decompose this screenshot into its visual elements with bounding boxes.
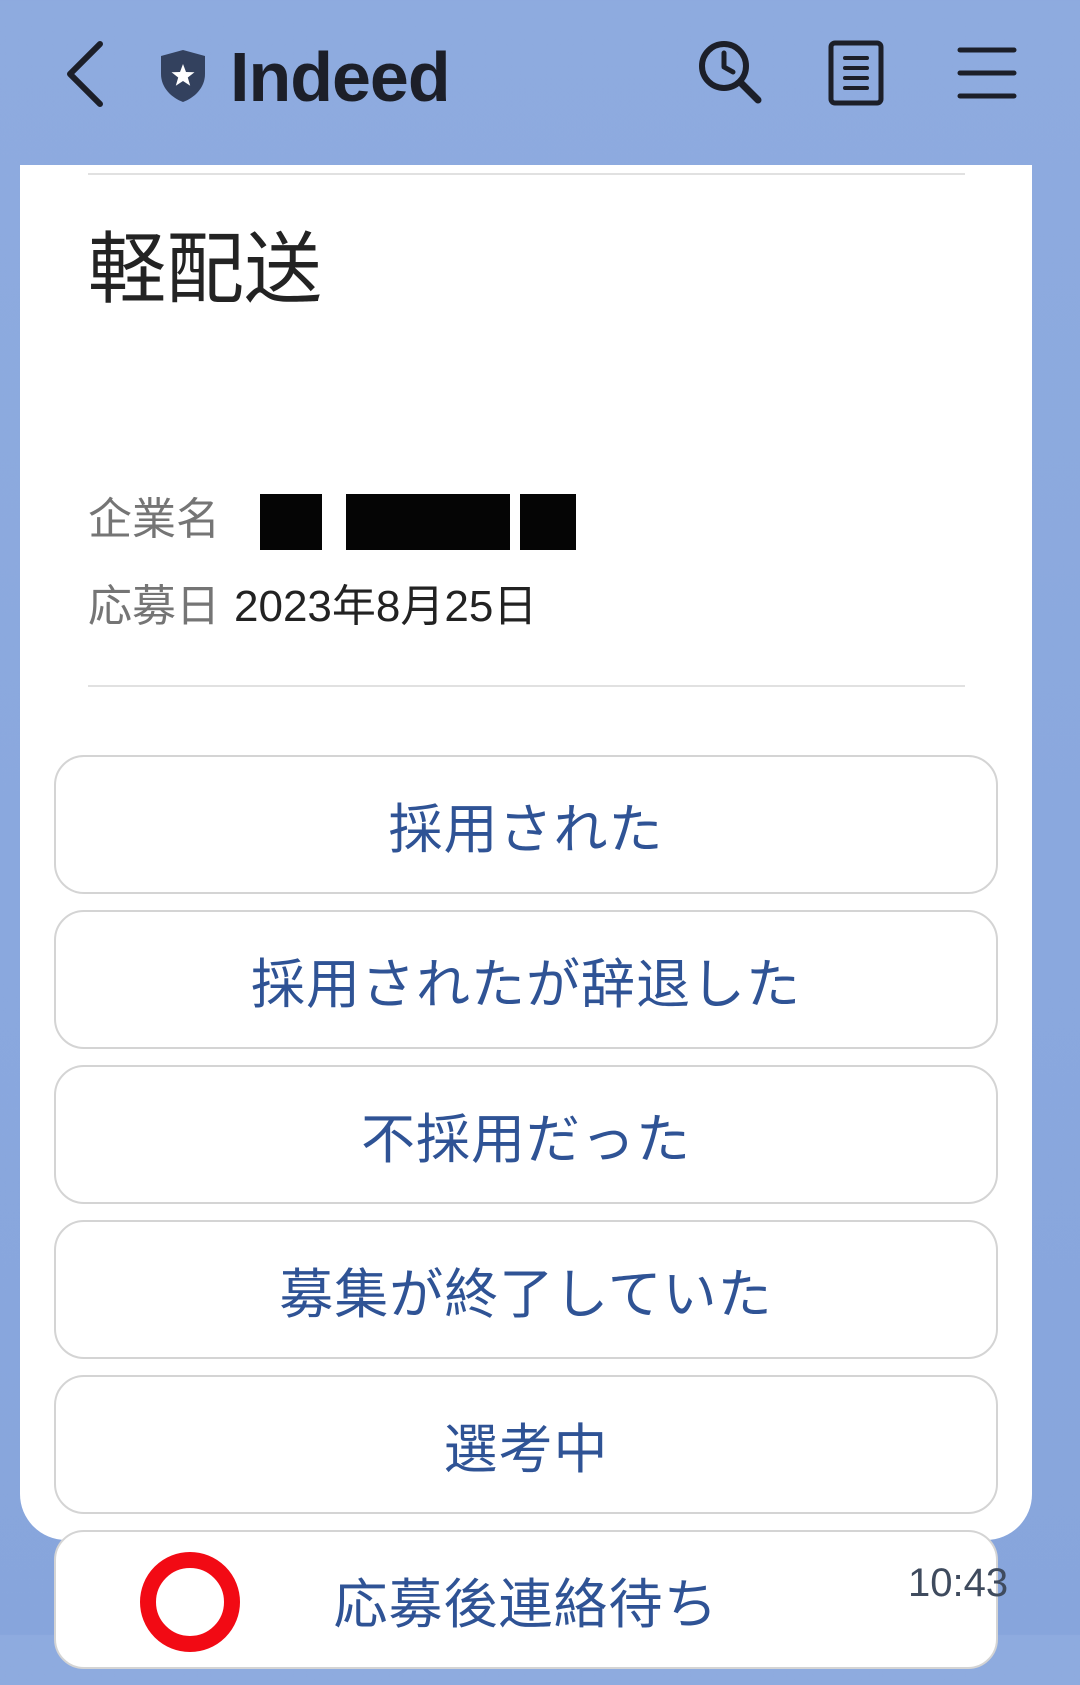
- divider: [88, 173, 965, 175]
- option-label: 応募後連絡待ち: [333, 1573, 719, 1636]
- job-title: 軽配送: [88, 225, 323, 315]
- option-closed-button[interactable]: 募集が終了していた: [54, 1220, 998, 1359]
- search-history-button[interactable]: [696, 38, 766, 108]
- app-title: Indeed: [230, 38, 451, 116]
- company-row: 企業名 y: [88, 490, 576, 550]
- verified-badge: [158, 48, 208, 104]
- option-awaiting-contact-button[interactable]: 応募後連絡待ち: [54, 1530, 998, 1669]
- app-header: Indeed: [0, 0, 1080, 160]
- applied-date-value: 2023年8月25日: [234, 582, 538, 631]
- menu-icon: [957, 47, 1017, 99]
- notes-button[interactable]: [822, 38, 892, 108]
- applied-date-label: 応募日: [88, 581, 220, 632]
- status-options: 採用された 採用されたが辞退した 不採用だった 募集が終了していた 選考中 応募…: [54, 755, 998, 1685]
- redaction-block: [260, 494, 322, 550]
- application-card: 軽配送 企業名 y 応募日 2023年8月25日 採用された 採用されたが辞退した…: [20, 165, 1032, 1669]
- search-history-icon: [699, 41, 762, 104]
- option-in-review-button[interactable]: 選考中: [54, 1375, 998, 1514]
- notes-icon: [828, 40, 884, 106]
- redaction-block: [520, 494, 576, 550]
- option-rejected-button[interactable]: 不採用だった: [54, 1065, 998, 1204]
- back-icon: [67, 41, 103, 107]
- selection-circle-icon: [140, 1552, 240, 1652]
- option-hired-declined-button[interactable]: 採用されたが辞退した: [54, 910, 998, 1049]
- company-label: 企業名: [88, 494, 220, 545]
- message-timestamp: 10:43: [908, 1561, 1009, 1605]
- option-hired-button[interactable]: 採用された: [54, 755, 998, 894]
- back-button[interactable]: [58, 38, 118, 108]
- shield-star-icon: [161, 50, 205, 102]
- applied-date-row: 応募日 2023年8月25日: [88, 577, 537, 637]
- menu-button[interactable]: [952, 38, 1022, 108]
- option-label: 不採用だった: [361, 1108, 691, 1171]
- option-label: 募集が終了していた: [279, 1263, 773, 1326]
- redaction-block: [454, 494, 510, 550]
- divider: [88, 685, 965, 687]
- option-label: 選考中: [443, 1418, 609, 1481]
- option-label: 採用されたが辞退した: [251, 953, 801, 1016]
- option-label: 採用された: [388, 798, 664, 861]
